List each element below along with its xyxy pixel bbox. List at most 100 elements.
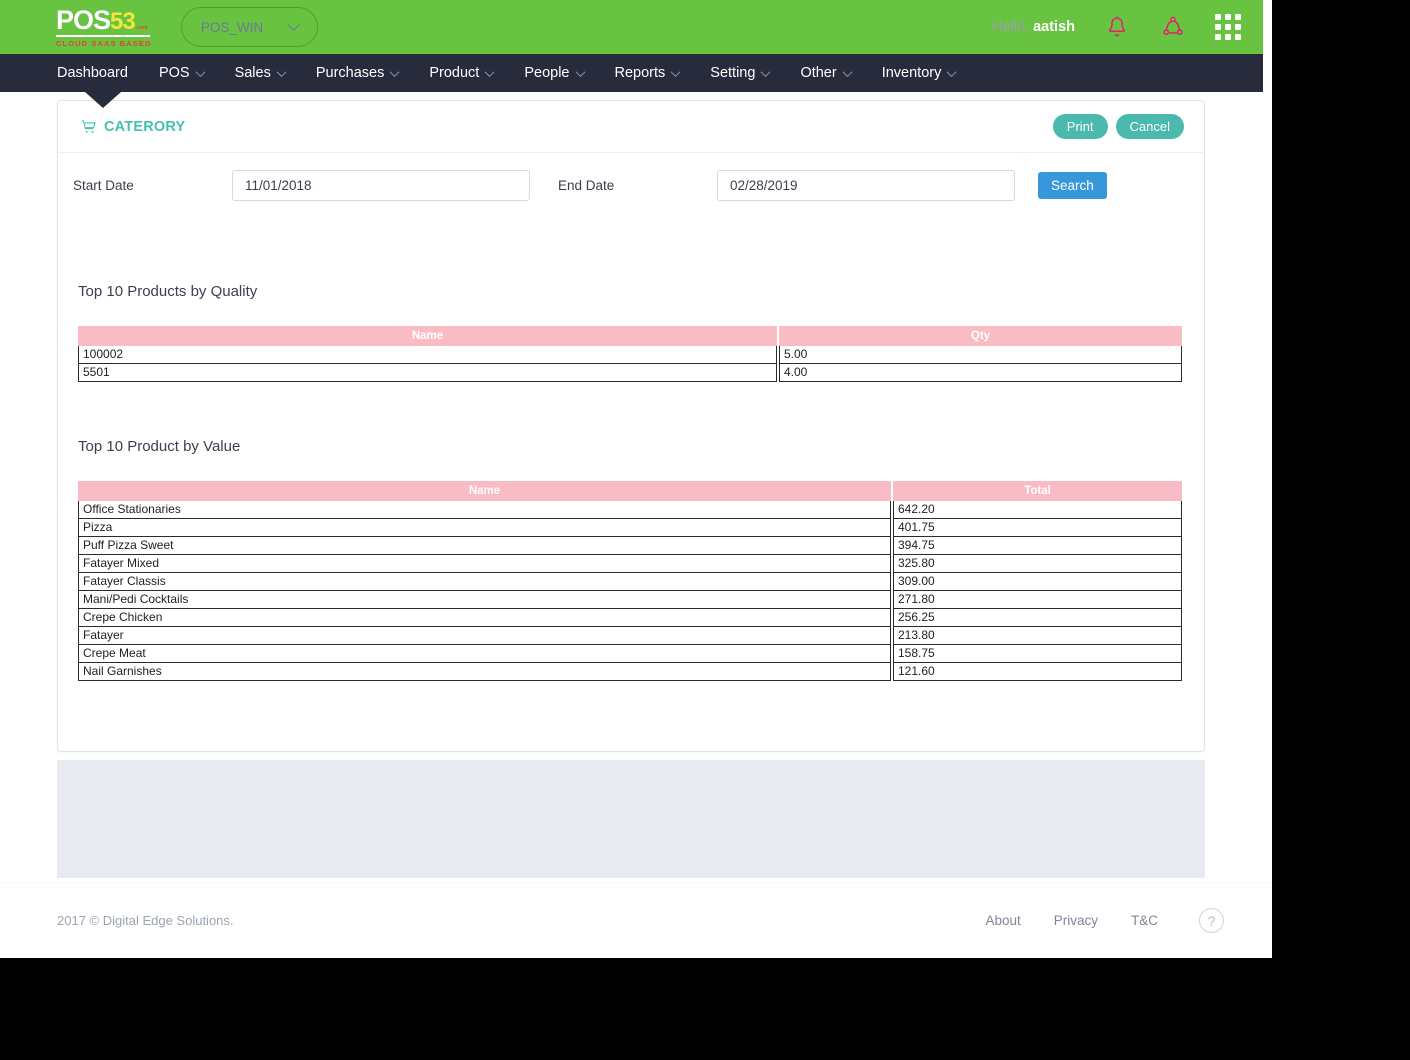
section-title: Top 10 Product by Value: [78, 438, 241, 455]
nav-item-setting[interactable]: Setting: [710, 65, 771, 81]
page-title-text: CATERORY: [104, 118, 186, 135]
greeting-prefix: Hello,: [991, 19, 1030, 35]
grid-dot: [1225, 14, 1231, 20]
table-row: 5501 4.00: [78, 363, 1182, 382]
card-actions: Print Cancel: [1052, 114, 1184, 139]
column-header-total: Total: [893, 481, 1182, 501]
header-right-group: Hello, aatish: [992, 13, 1241, 41]
cell-name: Office Stationaries: [78, 500, 891, 519]
table-row: Fatayer 213.80: [78, 626, 1182, 645]
cell-value: 213.80: [893, 626, 1182, 645]
cell-name: 5501: [78, 363, 777, 382]
table-row: 100002 5.00: [78, 345, 1182, 364]
cell-value: 4.00: [779, 363, 1182, 382]
section-top-products-by-quality: Top 10 Products by Quality Name Qty 1000…: [78, 283, 1183, 382]
cell-value: 394.75: [893, 536, 1182, 555]
chevron-down-icon: [670, 66, 681, 77]
grid-dot: [1225, 24, 1231, 30]
store-selector-dropdown[interactable]: POS_WIN: [181, 7, 318, 47]
nav-item-reports[interactable]: Reports: [614, 65, 681, 81]
table-row: Mani/Pedi Cocktails 271.80: [78, 590, 1182, 609]
active-nav-pointer: [85, 92, 121, 108]
nav-label: Inventory: [881, 65, 942, 81]
nav-item-pos[interactable]: POS: [158, 65, 206, 81]
app-logo[interactable]: POS 53 .com CLOUD SAAS BASED: [56, 4, 152, 48]
table-row: Crepe Meat 158.75: [78, 644, 1182, 663]
grid-dot: [1215, 24, 1221, 30]
table-row: Crepe Chicken 256.25: [78, 608, 1182, 627]
table-row: Pizza 401.75: [78, 518, 1182, 537]
footer-link-about[interactable]: About: [985, 913, 1020, 928]
nav-item-inventory[interactable]: Inventory: [881, 65, 957, 81]
nav-label: Reports: [614, 65, 666, 81]
nav-label: Setting: [710, 65, 756, 81]
nav-label: Other: [800, 65, 837, 81]
cell-name: Crepe Meat: [78, 644, 891, 663]
nav-label: POS: [158, 65, 190, 81]
help-icon[interactable]: ?: [1199, 908, 1224, 933]
logo-primary-text: POS: [56, 4, 111, 35]
chevron-down-icon: [946, 66, 957, 77]
logo-divider-rule: [56, 34, 150, 37]
print-button[interactable]: Print: [1052, 114, 1108, 139]
greeting-username: aatish: [1033, 19, 1075, 35]
search-button[interactable]: Search: [1038, 171, 1107, 199]
end-date-label: End Date: [558, 177, 615, 193]
grid-dot: [1215, 34, 1221, 40]
cell-name: Fatayer Classis: [78, 572, 891, 591]
chevron-down-icon: [842, 66, 853, 77]
logo-tagline: CLOUD SAAS BASED: [56, 38, 152, 48]
table-header-row: Name Qty: [78, 326, 1182, 346]
cell-value: 5.00: [779, 345, 1182, 364]
store-selector-label: POS_WIN: [200, 19, 264, 35]
nav-item-other[interactable]: Other: [800, 65, 853, 81]
page-content: CATERORY Print Cancel Start Date End Dat…: [0, 92, 1272, 882]
table-header-row: Name Total: [78, 481, 1182, 501]
nav-item-sales[interactable]: Sales: [235, 65, 287, 81]
cell-value: 642.20: [893, 500, 1182, 519]
page-title: CATERORY: [81, 119, 185, 135]
cell-value: 158.75: [893, 644, 1182, 663]
nav-label: People: [524, 65, 570, 81]
quality-table: Name Qty 100002 5.00 5501 4.00: [78, 326, 1182, 382]
start-date-label: Start Date: [73, 177, 134, 193]
chevron-down-icon: [287, 17, 300, 31]
nav-item-purchases[interactable]: Purchases: [315, 65, 400, 81]
table-row: Fatayer Mixed 325.80: [78, 554, 1182, 573]
nav-label: Purchases: [315, 65, 385, 81]
cell-name: 100002: [78, 345, 777, 364]
report-card: CATERORY Print Cancel Start Date End Dat…: [57, 100, 1205, 752]
nav-item-people[interactable]: People: [524, 65, 585, 81]
cancel-button[interactable]: Cancel: [1115, 114, 1184, 139]
cell-name: Crepe Chicken: [78, 608, 891, 627]
copyright-text: 2017 © Digital Edge Solutions.: [57, 913, 234, 928]
main-navigation-bar: Dashboard POS Sales Purchases Product Pe…: [0, 54, 1263, 92]
shopping-cart-icon: [81, 119, 96, 134]
logo-wordmark: POS 53 .com: [56, 4, 150, 35]
logo-accent-text: 53: [110, 7, 136, 35]
footer-links: About Privacy T&C ?: [985, 908, 1224, 933]
nav-item-product[interactable]: Product: [429, 65, 495, 81]
table-row: Office Stationaries 642.20: [78, 500, 1182, 519]
value-table: Name Total Office Stationaries 642.20 Pizz…: [78, 481, 1182, 681]
chevron-down-icon: [389, 66, 400, 77]
grid-dot: [1235, 34, 1241, 40]
apps-grid-icon[interactable]: [1215, 14, 1241, 40]
column-header-name: Name: [78, 326, 777, 346]
end-date-input[interactable]: [717, 169, 1015, 201]
start-date-input[interactable]: [232, 169, 530, 201]
table-row: Fatayer Classis 309.00: [78, 572, 1182, 591]
date-filter-row: Start Date End Date Search: [58, 153, 1204, 217]
nav-item-dashboard[interactable]: Dashboard: [57, 65, 128, 81]
cell-name: Puff Pizza Sweet: [78, 536, 891, 555]
bell-icon[interactable]: [1103, 13, 1131, 41]
share-nodes-icon[interactable]: [1159, 13, 1187, 41]
footer-link-privacy[interactable]: Privacy: [1054, 913, 1098, 928]
table-row: Nail Garnishes 121.60: [78, 662, 1182, 681]
page-footer: 2017 © Digital Edge Solutions. About Pri…: [0, 882, 1272, 958]
section-top-products-by-value: Top 10 Product by Value Name Total Offic…: [78, 438, 1183, 681]
chevron-down-icon: [575, 66, 585, 77]
cell-value: 121.60: [893, 662, 1182, 681]
footer-link-tc[interactable]: T&C: [1131, 913, 1158, 928]
nav-label: Dashboard: [57, 65, 128, 81]
